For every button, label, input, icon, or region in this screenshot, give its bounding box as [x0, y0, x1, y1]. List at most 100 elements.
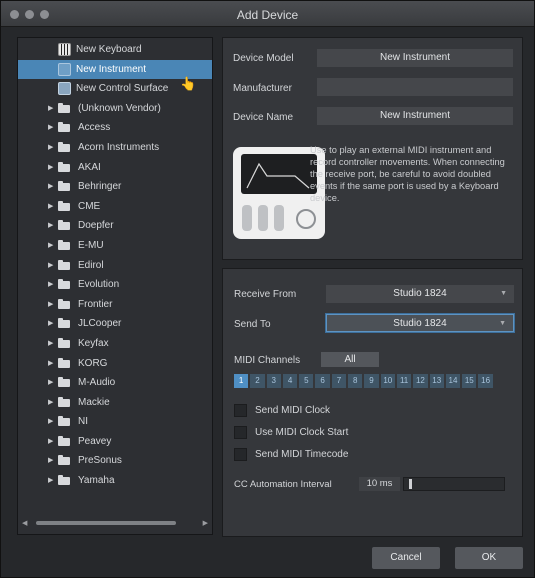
- list-item-vendor[interactable]: ▶ (Unknown Vendor): [18, 99, 212, 119]
- send-to-dropdown[interactable]: Studio 1824 ▼: [326, 314, 514, 332]
- midi-channel-button[interactable]: 10: [380, 374, 395, 388]
- midi-channel-button[interactable]: 9: [364, 374, 379, 388]
- device-screen: [241, 154, 317, 194]
- keyboard-icon: [58, 43, 71, 56]
- slider-knob: [242, 205, 252, 231]
- pointer-cursor-icon: 👆: [180, 76, 197, 91]
- list-item-vendor[interactable]: ▶ Doepfer: [18, 216, 212, 236]
- list-item-vendor[interactable]: ▶ Frontier: [18, 295, 212, 315]
- disclosure-arrow-icon[interactable]: ▶: [48, 314, 53, 334]
- device-model-field[interactable]: New Instrument: [317, 49, 513, 67]
- folder-icon: [58, 122, 70, 133]
- cancel-button[interactable]: Cancel: [372, 547, 440, 569]
- use-midi-clock-start-checkbox[interactable]: [234, 426, 247, 439]
- midi-channel-selector: 1 2 3 4 5 6 7 8 9 10 11 12 13 14 15 16: [234, 374, 493, 388]
- midi-channel-button[interactable]: 8: [348, 374, 363, 388]
- folder-icon: [58, 161, 70, 172]
- disclosure-arrow-icon[interactable]: ▶: [48, 393, 53, 413]
- manufacturer-field[interactable]: [317, 78, 513, 96]
- folder-icon: [58, 357, 70, 368]
- midi-channel-button[interactable]: 12: [413, 374, 428, 388]
- send-midi-clock-label: Send MIDI Clock: [255, 405, 331, 416]
- midi-channel-button[interactable]: 15: [462, 374, 477, 388]
- send-midi-clock-checkbox[interactable]: [234, 404, 247, 417]
- midi-channel-button[interactable]: 11: [396, 374, 412, 388]
- list-item-vendor[interactable]: ▶ Mackie: [18, 393, 212, 413]
- device-description: Use to play an external MIDI instrument …: [310, 145, 505, 203]
- list-item-vendor[interactable]: ▶ Behringer: [18, 177, 212, 197]
- cc-interval-slider[interactable]: [403, 477, 505, 491]
- list-item-vendor[interactable]: ▶ M-Audio: [18, 373, 212, 393]
- chevron-down-icon: ▼: [499, 320, 506, 327]
- midi-channel-button[interactable]: 16: [478, 374, 493, 388]
- send-midi-timecode-checkbox[interactable]: [234, 448, 247, 461]
- list-item-vendor[interactable]: ▶ Access: [18, 118, 212, 138]
- midi-channel-button[interactable]: 6: [315, 374, 330, 388]
- cc-interval-label: CC Automation Interval: [234, 479, 332, 490]
- disclosure-arrow-icon[interactable]: ▶: [48, 99, 53, 119]
- midi-channel-button[interactable]: 7: [331, 374, 347, 388]
- receive-from-value: Studio 1824: [393, 288, 447, 299]
- disclosure-arrow-icon[interactable]: ▶: [48, 256, 53, 276]
- disclosure-arrow-icon[interactable]: ▶: [48, 432, 53, 452]
- folder-icon: [58, 396, 70, 407]
- list-item-vendor[interactable]: ▶ E-MU: [18, 236, 212, 256]
- disclosure-arrow-icon[interactable]: ▶: [48, 197, 53, 217]
- list-item-vendor[interactable]: ▶ Keyfax: [18, 334, 212, 354]
- disclosure-arrow-icon[interactable]: ▶: [48, 471, 53, 491]
- horizontal-scrollbar[interactable]: ◀ ▶: [22, 518, 208, 528]
- disclosure-arrow-icon[interactable]: ▶: [48, 334, 53, 354]
- instrument-icon: [58, 62, 71, 76]
- midi-channel-button[interactable]: 1: [234, 374, 249, 388]
- all-channels-button[interactable]: All: [321, 352, 379, 367]
- disclosure-arrow-icon[interactable]: ▶: [48, 118, 53, 138]
- folder-icon: [58, 377, 70, 388]
- midi-channel-button[interactable]: 3: [266, 374, 281, 388]
- list-item-vendor[interactable]: ▶ NI: [18, 412, 212, 432]
- list-item-vendor[interactable]: ▶ KORG: [18, 354, 212, 374]
- list-item-label: AKAI: [78, 161, 101, 173]
- disclosure-arrow-icon[interactable]: ▶: [48, 236, 53, 256]
- scroll-right-icon[interactable]: ▶: [203, 519, 208, 527]
- midi-channel-button[interactable]: 13: [429, 374, 444, 388]
- send-to-value: Studio 1824: [393, 318, 447, 329]
- midi-channel-button[interactable]: 4: [282, 374, 298, 388]
- list-item-vendor[interactable]: ▶ Evolution: [18, 275, 212, 295]
- list-item-vendor[interactable]: ▶ CME: [18, 197, 212, 217]
- list-item-label: Edirol: [78, 259, 104, 271]
- list-item-vendor[interactable]: ▶ JLCooper: [18, 314, 212, 334]
- disclosure-arrow-icon[interactable]: ▶: [48, 412, 53, 432]
- midi-channel-button[interactable]: 14: [445, 374, 461, 388]
- disclosure-arrow-icon[interactable]: ▶: [48, 373, 53, 393]
- use-midi-clock-start-label: Use MIDI Clock Start: [255, 427, 349, 438]
- list-item-vendor[interactable]: ▶ Edirol: [18, 256, 212, 276]
- scrollbar-thumb[interactable]: [36, 521, 176, 525]
- control-surface-icon: [58, 82, 71, 96]
- disclosure-arrow-icon[interactable]: ▶: [48, 216, 53, 236]
- list-item-vendor[interactable]: ▶ AKAI: [18, 158, 212, 178]
- disclosure-arrow-icon[interactable]: ▶: [48, 177, 53, 197]
- cc-interval-value[interactable]: 10 ms: [359, 477, 400, 491]
- midi-channel-button[interactable]: 2: [250, 374, 265, 388]
- disclosure-arrow-icon[interactable]: ▶: [48, 138, 53, 158]
- folder-icon: [58, 239, 70, 250]
- list-item-vendor[interactable]: ▶ PreSonus: [18, 451, 212, 471]
- disclosure-arrow-icon[interactable]: ▶: [48, 295, 53, 315]
- folder-icon: [58, 141, 70, 152]
- midi-channel-button[interactable]: 5: [299, 374, 314, 388]
- add-device-window: Add Device New Keyboard New Instrument N…: [0, 0, 535, 578]
- list-item-vendor[interactable]: ▶ Peavey: [18, 432, 212, 452]
- list-item-vendor[interactable]: ▶ Acorn Instruments: [18, 138, 212, 158]
- scroll-left-icon[interactable]: ◀: [22, 519, 27, 527]
- device-name-field[interactable]: New Instrument: [317, 107, 513, 125]
- list-item-vendor[interactable]: ▶ Yamaha: [18, 471, 212, 491]
- disclosure-arrow-icon[interactable]: ▶: [48, 451, 53, 471]
- disclosure-arrow-icon[interactable]: ▶: [48, 158, 53, 178]
- receive-from-dropdown[interactable]: Studio 1824 ▼: [326, 285, 514, 303]
- disclosure-arrow-icon[interactable]: ▶: [48, 275, 53, 295]
- list-item-new-keyboard[interactable]: New Keyboard: [18, 40, 212, 60]
- slider-handle[interactable]: [409, 479, 412, 489]
- disclosure-arrow-icon[interactable]: ▶: [48, 354, 53, 374]
- list-item-label: Behringer: [78, 181, 122, 193]
- ok-button[interactable]: OK: [455, 547, 523, 569]
